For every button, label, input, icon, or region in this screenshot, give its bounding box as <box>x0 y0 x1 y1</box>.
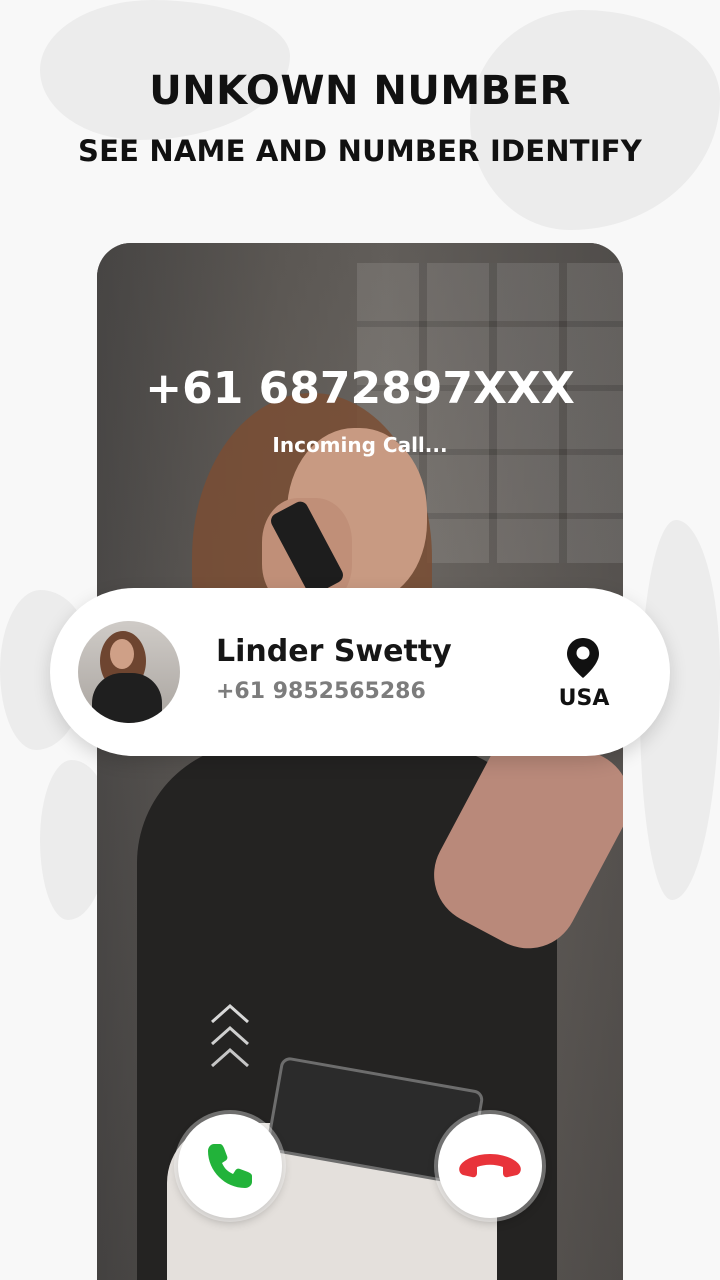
caller-country: USA <box>558 686 610 711</box>
call-status: Incoming Call... <box>272 433 448 457</box>
caller-number: +61 9852565286 <box>216 679 426 704</box>
caller-name: Linder Swetty <box>216 634 452 669</box>
page-subtitle: SEE NAME AND NUMBER IDENTIFY <box>78 134 642 168</box>
incoming-number: +61 6872897XXX <box>145 363 575 414</box>
chevron-up-icon <box>211 1003 249 1068</box>
phone-icon <box>208 1144 252 1188</box>
accept-call-button[interactable] <box>178 1114 282 1218</box>
promo-screen: UNKOWN NUMBER SEE NAME AND NUMBER IDENTI… <box>0 0 720 1280</box>
caller-id-card[interactable]: Linder Swetty +61 9852565286 USA <box>50 588 670 756</box>
phone-mockup: +61 6872897XXX Incoming Call... <box>97 243 623 1280</box>
page-title: UNKOWN NUMBER <box>149 68 571 114</box>
location-pin-icon <box>567 638 599 678</box>
phone-hangup-icon <box>459 1154 521 1178</box>
world-map-background <box>470 10 720 230</box>
decline-call-button[interactable] <box>438 1114 542 1218</box>
avatar <box>78 621 180 723</box>
